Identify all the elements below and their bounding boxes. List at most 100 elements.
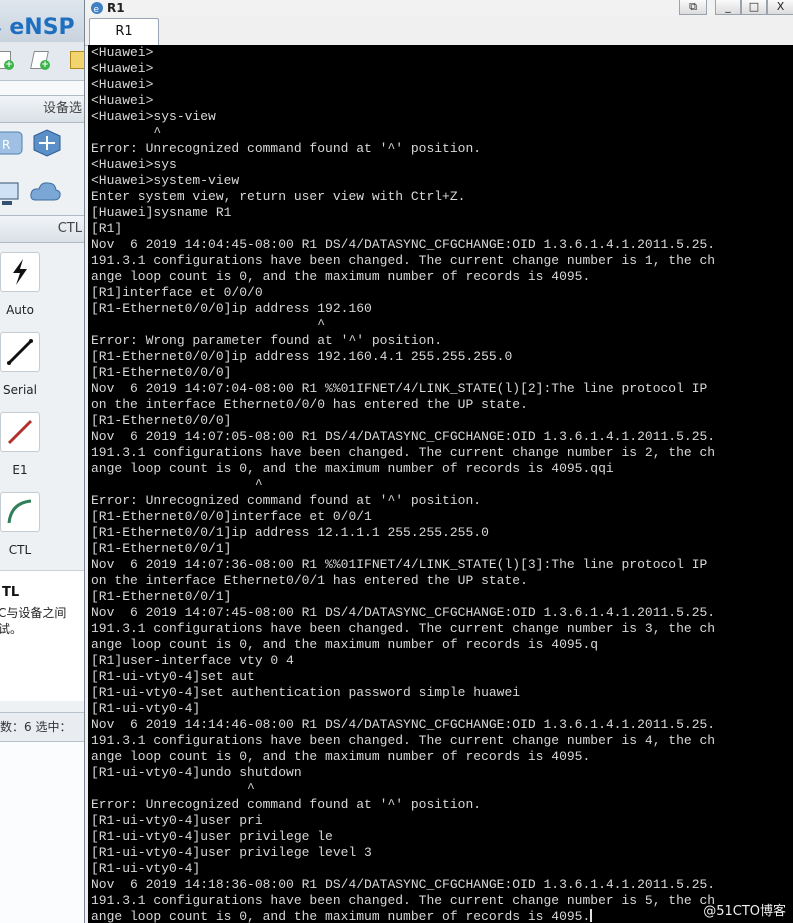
terminal-line: [Huawei]sysname R1: [91, 205, 232, 220]
terminal-line: [R1]user-interface vty 0 4: [91, 653, 294, 668]
terminal-line: ange loop count is 0, and the maximum nu…: [91, 909, 591, 923]
terminal-line: [R1-Ethernet0/0/0]: [91, 413, 232, 428]
terminal-line: ange loop count is 0, and the maximum nu…: [91, 269, 591, 284]
device-section-label: 设备选: [42, 101, 82, 116]
tab-strip: R1: [85, 16, 793, 46]
cable-description-title: TL: [2, 585, 20, 600]
terminal-line: [R1-Ethernet0/0/0]: [91, 365, 232, 380]
cable-auto[interactable]: Auto: [0, 252, 40, 317]
tab-r1[interactable]: R1: [89, 18, 159, 45]
serial-cable-icon: [0, 332, 40, 372]
cable-ctl[interactable]: CTL: [0, 492, 40, 557]
terminal-line: [R1]: [91, 221, 123, 236]
pc-category-icon[interactable]: [0, 180, 24, 210]
terminal-line: ange loop count is 0, and the maximum nu…: [91, 461, 614, 476]
terminal-line: 191.3.1 configurations have been changed…: [91, 253, 716, 268]
minimize-button[interactable]: _: [715, 0, 741, 15]
e1-cable-icon: [0, 412, 40, 452]
terminal-line: [R1-ui-vty0-4]set aut: [91, 669, 255, 684]
terminal-line: [R1-Ethernet0/0/0]interface et 0/0/1: [91, 509, 372, 524]
terminal-line: Nov 6 2019 14:07:45-08:00 R1 DS/4/DATASY…: [91, 605, 716, 620]
terminal-line: ^: [91, 125, 162, 140]
router-category-icon[interactable]: R: [0, 128, 28, 158]
title-bar[interactable]: e R1 ⧉ _ □ X: [85, 0, 793, 16]
auto-cable-icon: [0, 252, 40, 292]
terminal-line: 191.3.1 configurations have been changed…: [91, 621, 716, 636]
snapshot-button[interactable]: ⧉: [679, 0, 707, 15]
terminal-line: <Huawei>sys: [91, 157, 177, 172]
watermark: @51CTO博客: [703, 904, 786, 919]
terminal-line: [R1-Ethernet0/0/1]: [91, 541, 232, 556]
switch-category-icon[interactable]: [30, 128, 64, 158]
terminal-line: <Huawei>: [91, 45, 154, 60]
terminal-line: Nov 6 2019 14:07:36-08:00 R1 %%01IFNET/4…: [91, 557, 708, 572]
svg-text:e: e: [94, 5, 100, 15]
terminal-line: Error: Unrecognized command found at '^'…: [91, 493, 482, 508]
cable-e1[interactable]: E1: [0, 412, 40, 477]
terminal-line: [R1-Ethernet0/0/1]: [91, 589, 232, 604]
terminal-line: Nov 6 2019 14:07:04-08:00 R1 %%01IFNET/4…: [91, 381, 708, 396]
terminal-line: [R1-ui-vty0-4]set authentication passwor…: [91, 685, 521, 700]
new-topology-icon[interactable]: +: [0, 50, 14, 70]
terminal-line: [R1-ui-vty0-4]: [91, 861, 201, 876]
terminal-line: ^: [91, 781, 255, 796]
console-window: e R1 ⧉ _ □ X R1 <Huawei> <Huawei> <Huawe…: [84, 0, 793, 923]
terminal-line: ^: [91, 477, 263, 492]
terminal-line: on the interface Ethernet0/0/1 has enter…: [91, 573, 528, 588]
terminal-line: Error: Unrecognized command found at '^'…: [91, 141, 482, 156]
terminal-line: [R1-ui-vty0-4]: [91, 701, 201, 716]
terminal-line: [R1-Ethernet0/0/1]ip address 12.1.1.1 25…: [91, 525, 489, 540]
ensp-toolbar: + +: [0, 42, 84, 81]
terminal-line: Error: Unrecognized command found at '^'…: [91, 797, 482, 812]
terminal-line: Error: Wrong parameter found at '^' posi…: [91, 333, 443, 348]
terminal-line: [R1-ui-vty0-4]user privilege level 3: [91, 845, 372, 860]
cable-serial[interactable]: Serial: [0, 332, 40, 397]
terminal-line: Nov 6 2019 14:14:46-08:00 R1 DS/4/DATASY…: [91, 717, 716, 732]
cable-e1-label: E1: [12, 463, 28, 477]
toolbar-divider: [0, 81, 84, 95]
cable-description: TL C与设备之间 试。: [0, 570, 84, 701]
window-title: R1: [107, 1, 125, 15]
terminal-line: Nov 6 2019 14:04:45-08:00 R1 DS/4/DATASY…: [91, 237, 716, 252]
terminal-line: [R1-ui-vty0-4]user pri: [91, 813, 263, 828]
device-section-header[interactable]: 设备选: [0, 95, 84, 123]
new-example-icon[interactable]: +: [30, 50, 50, 70]
restore-button[interactable]: □: [741, 0, 767, 15]
app-icon: e: [91, 2, 103, 15]
terminal-line: Nov 6 2019 14:18:36-08:00 R1 DS/4/DATASY…: [91, 877, 716, 892]
terminal-line: <Huawei>: [91, 93, 154, 108]
terminal-line: [R1-Ethernet0/0/0]ip address 192.160.4.1…: [91, 349, 513, 364]
cable-section-header[interactable]: CTL: [0, 215, 84, 243]
open-folder-icon[interactable]: [68, 50, 84, 70]
terminal-line: [R1-ui-vty0-4]user privilege le: [91, 829, 333, 844]
terminal-line: 191.3.1 configurations have been changed…: [91, 893, 716, 908]
ensp-side-panel: ⭭ eNSP + + 设备选 R CTL Auto Serial E1 CTL …: [0, 0, 84, 923]
terminal-line: Enter system view, return user view with…: [91, 189, 466, 204]
status-bar: 数：6 选中：: [0, 712, 84, 742]
close-button[interactable]: X: [767, 0, 793, 15]
status-text: 数：6 选中：: [0, 720, 72, 734]
terminal-line: on the interface Ethernet0/0/0 has enter…: [91, 397, 528, 412]
cable-ctl-label: CTL: [8, 543, 32, 557]
cable-auto-label: Auto: [6, 303, 34, 317]
cloud-category-icon[interactable]: [28, 178, 62, 208]
svg-text:R: R: [2, 138, 10, 152]
terminal-text: <Huawei> <Huawei> <Huawei> <Huawei> <Hua…: [91, 45, 715, 923]
terminal-line: [R1-ui-vty0-4]undo shutdown: [91, 765, 302, 780]
terminal-output[interactable]: <Huawei> <Huawei> <Huawei> <Huawei> <Hua…: [88, 45, 793, 923]
cable-serial-label: Serial: [3, 383, 37, 397]
terminal-line: ange loop count is 0, and the maximum nu…: [91, 637, 599, 652]
panel-filler: [0, 742, 84, 923]
cable-section-label: CTL: [57, 221, 82, 236]
ctl-cable-icon: [0, 492, 40, 532]
cable-description-text: C与设备之间 试。: [0, 606, 67, 636]
terminal-line: 191.3.1 configurations have been changed…: [91, 445, 716, 460]
terminal-line: 191.3.1 configurations have been changed…: [91, 733, 716, 748]
terminal-line: [R1]interface et 0/0/0: [91, 285, 263, 300]
terminal-line: <Huawei>: [91, 61, 154, 76]
terminal-line: Nov 6 2019 14:07:05-08:00 R1 DS/4/DATASY…: [91, 429, 716, 444]
terminal-line: <Huawei>sys-view: [91, 109, 216, 124]
terminal-line: <Huawei>: [91, 77, 154, 92]
ensp-header: ⭭ eNSP: [0, 0, 84, 42]
terminal-cursor: [590, 909, 593, 922]
